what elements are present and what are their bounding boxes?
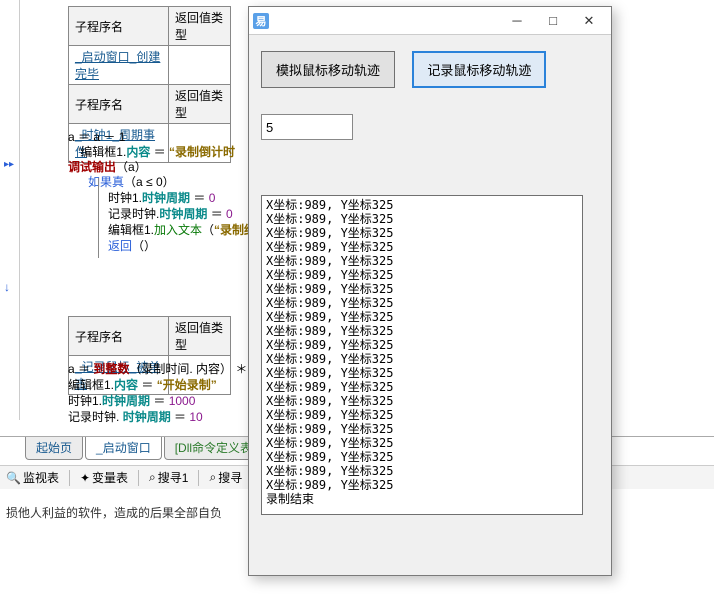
th-subname: 子程序名 <box>69 85 169 124</box>
tab-start[interactable]: 起始页 <box>25 436 83 460</box>
code-line[interactable]: 如果真（a ≤ 0） <box>88 175 175 190</box>
code-line[interactable]: 返回（） <box>108 239 156 254</box>
separator-icon <box>198 470 199 486</box>
code-line[interactable]: 记录时钟.时钟周期 ＝ 0 <box>108 207 233 222</box>
code-line[interactable]: a ＝ 到整数（录制时间. 内容） ＊ <box>68 362 247 377</box>
code-line[interactable]: 调试输出（a） <box>68 160 147 175</box>
code-line[interactable]: '编辑框1.内容 ＝ “录制倒计时 <box>78 145 235 160</box>
record-button[interactable]: 记录鼠标移动轨迹 <box>412 51 546 88</box>
ret-1 <box>169 46 231 85</box>
runtime-window: 易 ─ □ ✕ 模拟鼠标移动轨迹 记录鼠标移动轨迹 X坐标:989, Y坐标32… <box>248 6 612 576</box>
gutter: ▸▸ ↓ <box>0 0 20 420</box>
titlebar[interactable]: 易 ─ □ ✕ <box>249 7 611 35</box>
countdown-input[interactable] <box>261 114 353 140</box>
maximize-button[interactable]: □ <box>535 9 571 33</box>
code-line[interactable]: 时钟1.时钟周期 ＝ 0 <box>108 191 215 206</box>
th-rettype: 返回值类型 <box>169 85 231 124</box>
bracket-icon <box>98 178 99 258</box>
tool-search[interactable]: ⌕搜寻 <box>209 469 242 486</box>
minimize-button[interactable]: ─ <box>499 9 535 33</box>
th-rettype: 返回值类型 <box>169 317 231 356</box>
code-line[interactable]: 编辑框1.加入文本（“录制结 <box>108 223 256 238</box>
tool-watch[interactable]: 🔍监视表 <box>6 469 59 486</box>
th-rettype: 返回值类型 <box>169 7 231 46</box>
log-textarea[interactable]: X坐标:989, Y坐标325 X坐标:989, Y坐标325 X坐标:989,… <box>261 195 583 515</box>
window-body: 模拟鼠标移动轨迹 记录鼠标移动轨迹 X坐标:989, Y坐标325 X坐标:98… <box>249 35 611 575</box>
tool-vars[interactable]: ✦变量表 <box>80 469 128 486</box>
search-icon: ⌕ <box>149 470 156 485</box>
simulate-button[interactable]: 模拟鼠标移动轨迹 <box>261 51 395 88</box>
code-line[interactable]: 记录时钟. 时钟周期 ＝ 10 <box>68 410 203 425</box>
code-line[interactable]: 时钟1.时钟周期 ＝ 1000 <box>68 394 195 409</box>
magnifier-icon: 🔍 <box>6 471 21 485</box>
tool-search-label: 搜寻 <box>218 469 242 486</box>
tool-search1[interactable]: ⌕搜寻1 <box>149 469 188 486</box>
tool-vars-label: 变量表 <box>92 469 128 486</box>
vars-icon: ✦ <box>80 471 90 485</box>
tab-strip: 起始页 _启动窗口 [Dll命令定义表 <box>25 438 265 460</box>
marker-down-icon: ↓ <box>4 280 10 294</box>
app-icon: 易 <box>253 13 269 29</box>
th-subname: 子程序名 <box>69 317 169 356</box>
sub-name-1[interactable]: _启动窗口_创建完毕 <box>69 46 169 85</box>
separator-icon <box>69 470 70 486</box>
tool-watch-label: 监视表 <box>23 469 59 486</box>
search-icon: ⌕ <box>209 470 216 485</box>
close-button[interactable]: ✕ <box>571 9 607 33</box>
code-line[interactable]: a ＝ a － 1 <box>68 130 125 145</box>
code-line[interactable]: 编辑框1.内容 ＝ “开始录制” <box>68 378 217 393</box>
tab-window[interactable]: _启动窗口 <box>85 436 162 460</box>
tool-search1-label: 搜寻1 <box>158 469 189 486</box>
marker-run-icon: ▸▸ <box>4 159 12 167</box>
th-subname: 子程序名 <box>69 7 169 46</box>
separator-icon <box>138 470 139 486</box>
sub-table-1: 子程序名返回值类型 _启动窗口_创建完毕 <box>68 6 231 85</box>
